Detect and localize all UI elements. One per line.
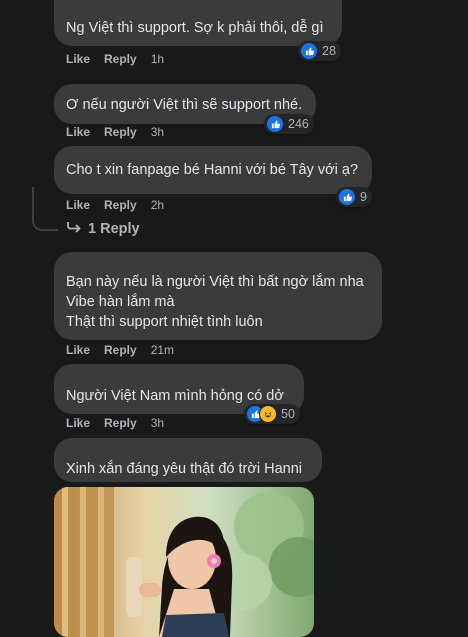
like-button[interactable]: Like: [66, 198, 90, 212]
timestamp[interactable]: 3h: [151, 416, 164, 430]
reply-button[interactable]: Reply: [104, 52, 137, 66]
reaction-number: 9: [360, 190, 367, 204]
like-icon: [338, 188, 356, 206]
like-icon: [266, 115, 284, 133]
reaction-count[interactable]: 9: [336, 187, 372, 207]
comment-text-line: Bạn này nếu là người Việt thì bất ngờ lắ…: [66, 274, 364, 290]
reaction-count[interactable]: 28: [298, 41, 341, 61]
comment-text: Ng Việt thì support. Sợ k phải thôi, dễ …: [66, 20, 324, 36]
comment-text-line: Thật thì support nhiệt tình luôn: [66, 314, 263, 330]
comment-actions: Like Reply 3h: [66, 125, 164, 139]
comment-text: Cho t xin fanpage bé Hanni với bé Tây vớ…: [66, 162, 359, 178]
comment-bubble: Bạn này nếu là người Việt thì bất ngờ lắ…: [54, 252, 382, 340]
timestamp[interactable]: 3h: [151, 125, 164, 139]
comment-actions: Like Reply 2h: [66, 198, 164, 212]
comment-text: Xinh xắn đáng yêu thật đó trời Hanni: [66, 461, 303, 477]
reaction-count[interactable]: 246: [264, 114, 314, 134]
view-replies-link[interactable]: 1 Reply: [66, 220, 140, 238]
comment-bubble: Ng Việt thì support. Sợ k phải thôi, dễ …: [54, 0, 342, 46]
timestamp[interactable]: 21m: [151, 343, 174, 357]
comment-text: Người Việt Nam mình hỏng có dở: [66, 388, 284, 404]
reply-button[interactable]: Reply: [104, 125, 137, 139]
comment-bubble: Cho t xin fanpage bé Hanni với bé Tây vớ…: [54, 146, 372, 194]
reaction-number: 28: [322, 44, 336, 58]
haha-icon: [259, 405, 277, 423]
view-replies-label: 1 Reply: [88, 221, 140, 237]
timestamp[interactable]: 1h: [151, 52, 164, 66]
comment-bubble: Xinh xắn đáng yêu thật đó trời Hanni: [54, 438, 322, 482]
like-button[interactable]: Like: [66, 125, 90, 139]
like-button[interactable]: Like: [66, 52, 90, 66]
reply-button[interactable]: Reply: [104, 343, 137, 357]
comment-actions: Like Reply 21m: [66, 343, 174, 357]
like-button[interactable]: Like: [66, 416, 90, 430]
comment-photo[interactable]: [54, 487, 314, 637]
like-button[interactable]: Like: [66, 343, 90, 357]
reaction-number: 50: [281, 407, 295, 421]
reply-arrow-icon: [66, 220, 82, 238]
reply-button[interactable]: Reply: [104, 416, 137, 430]
comment-text-line: Vibe hàn lắm mà: [66, 294, 175, 310]
like-icon: [300, 42, 318, 60]
timestamp[interactable]: 2h: [151, 198, 164, 212]
reply-button[interactable]: Reply: [104, 198, 137, 212]
comment-text: Ơ nếu người Việt thì sẽ support nhé.: [66, 97, 303, 113]
thread-line: [32, 187, 58, 231]
reaction-count[interactable]: 50: [244, 404, 300, 424]
reaction-number: 246: [288, 117, 309, 131]
comment-actions: Like Reply 1h: [66, 52, 164, 66]
comment-actions: Like Reply 3h: [66, 416, 164, 430]
